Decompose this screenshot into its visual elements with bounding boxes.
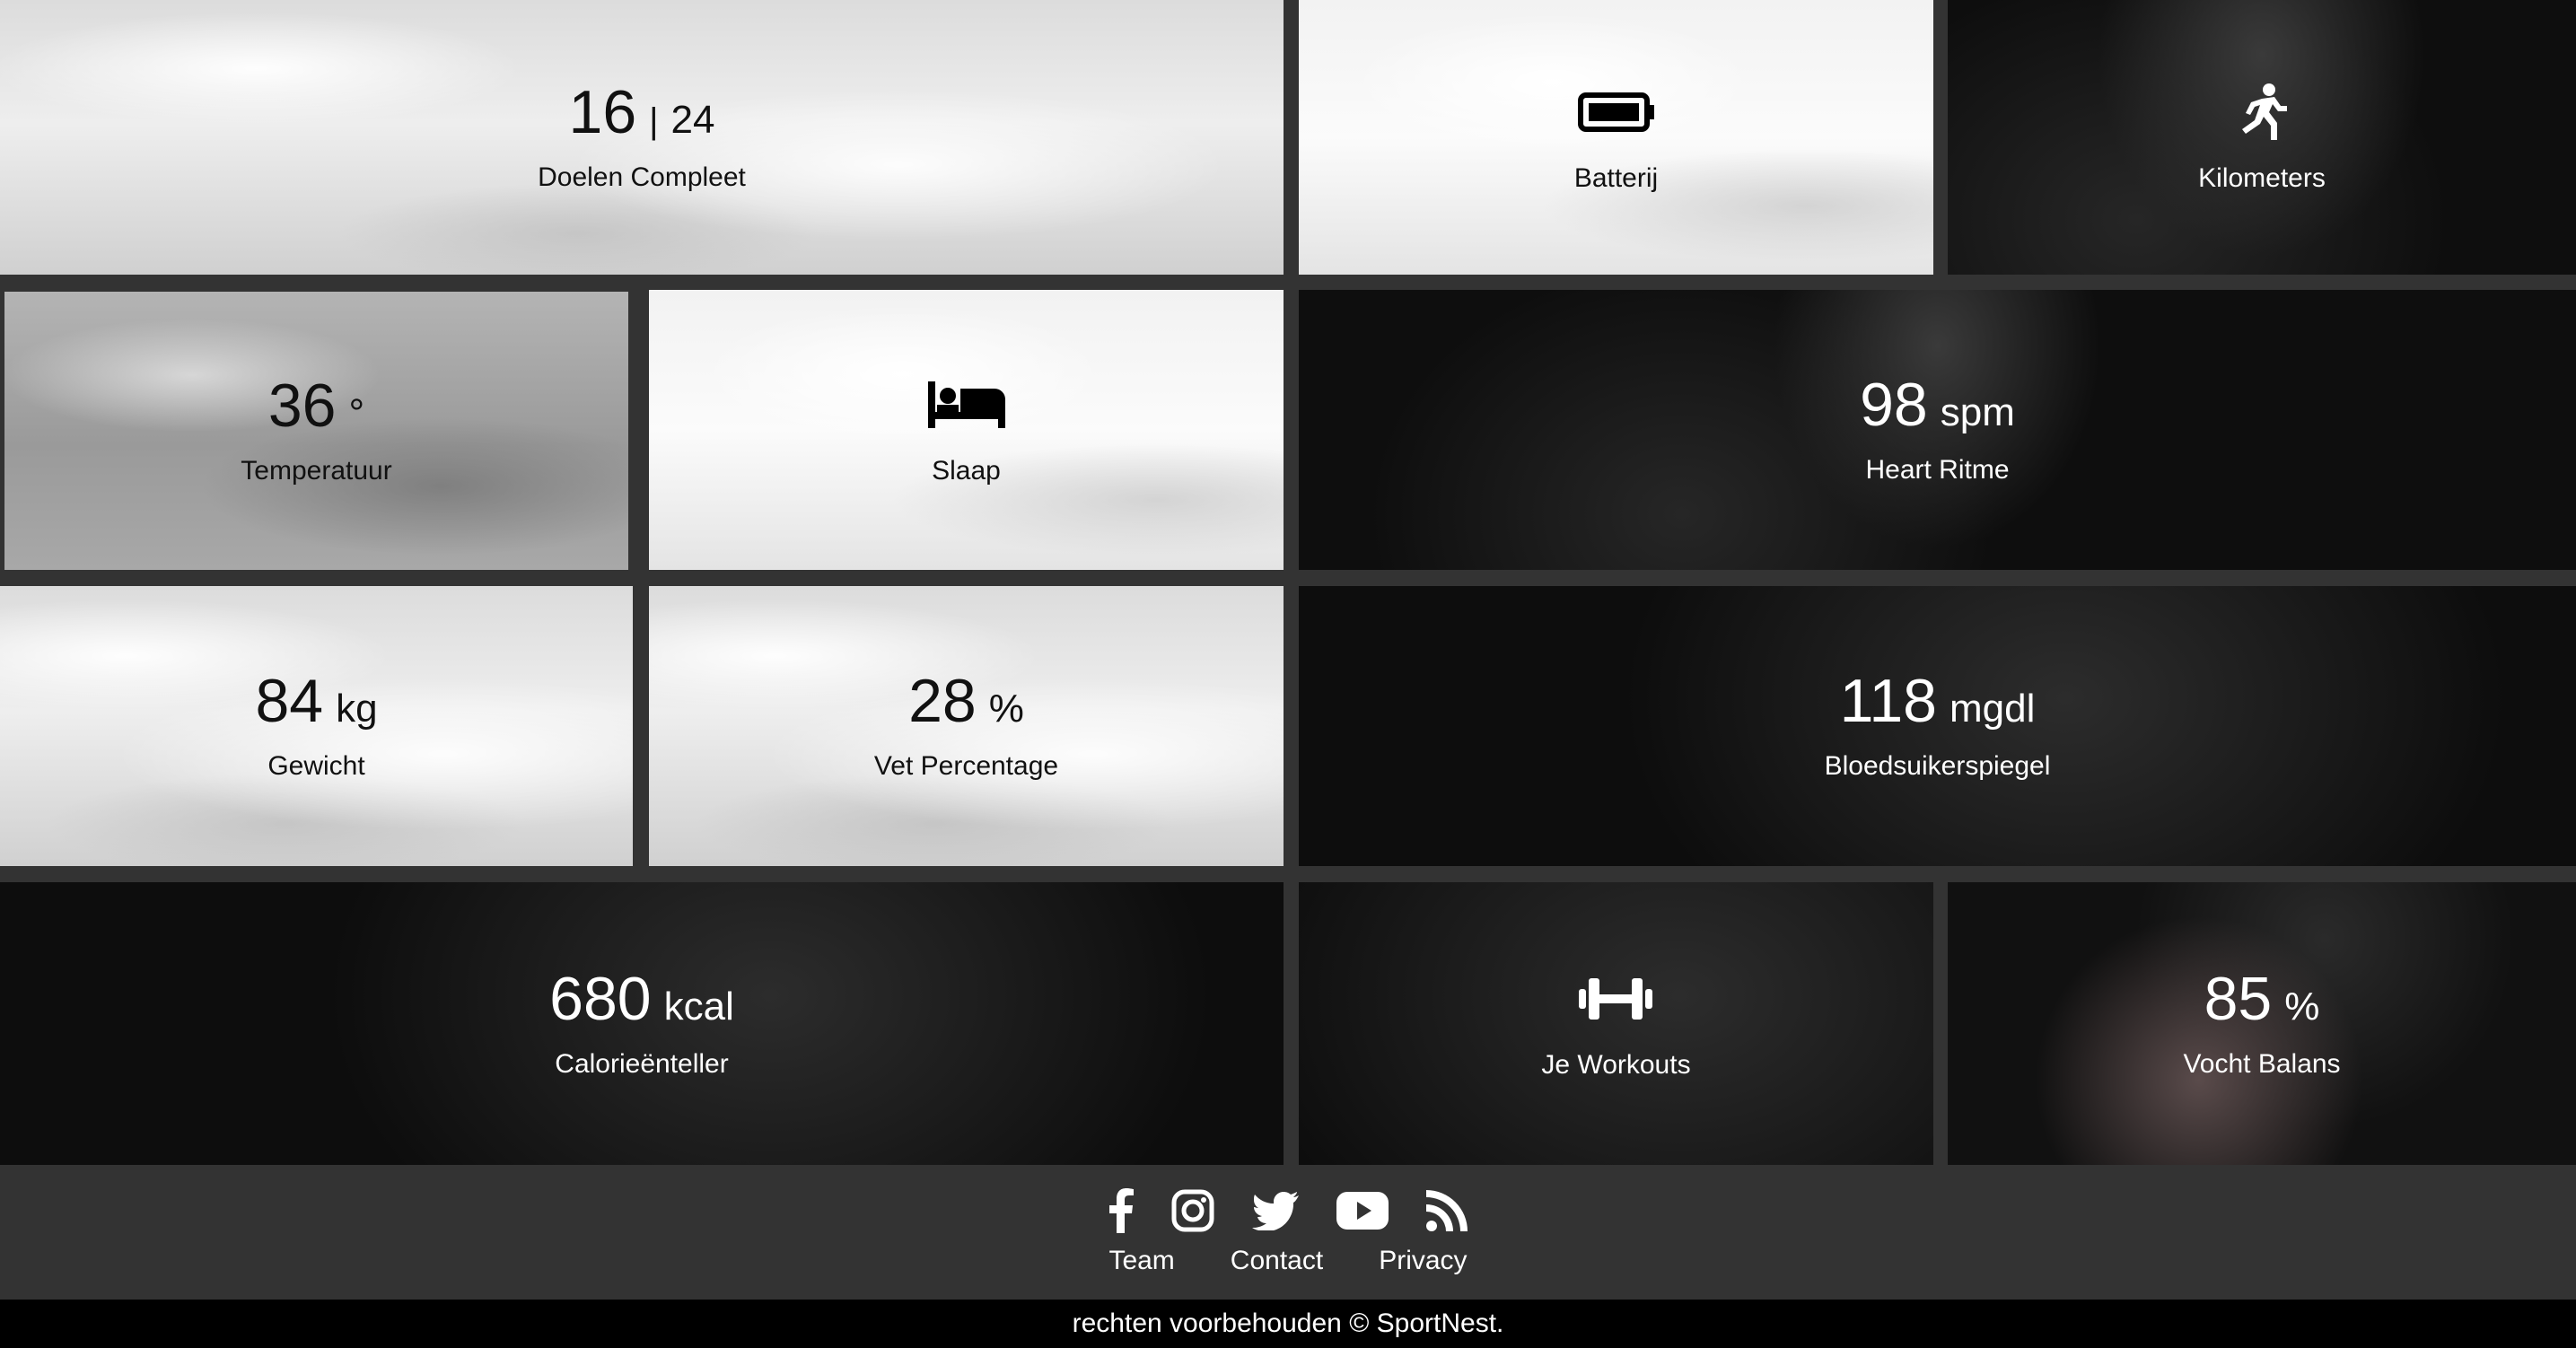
tile-sleep[interactable]: Slaap xyxy=(649,290,1284,570)
facebook-icon[interactable] xyxy=(1108,1188,1134,1233)
tile-workouts[interactable]: Je Workouts xyxy=(1299,882,1933,1165)
dashboard: 16 | 24 Doelen Compleet Batterij Kilometer… xyxy=(0,0,2576,1348)
tile-heart-rate[interactable]: 98 spm Heart Ritme xyxy=(1299,290,2576,570)
fat-label: Vet Percentage xyxy=(873,751,1059,781)
heart-value: 98 spm xyxy=(1860,371,2015,439)
workouts-label: Je Workouts xyxy=(1541,1049,1691,1080)
calories-label: Calorieënteller xyxy=(555,1048,729,1079)
copyright: rechten voorbehouden © SportNest. xyxy=(0,1300,2576,1348)
temperature-value: 36 ° xyxy=(267,372,365,440)
tile-goals[interactable]: 16 | 24 Doelen Compleet xyxy=(0,0,1284,275)
youtube-icon[interactable] xyxy=(1336,1192,1389,1230)
kilometers-label: Kilometers xyxy=(2198,163,2326,193)
tile-blood-sugar[interactable]: 118 mgdl Bloedsuikerspiegel xyxy=(1299,586,2576,866)
tile-calories[interactable]: 680 kcal Calorieënteller xyxy=(0,882,1284,1165)
tile-temperature[interactable]: 36 ° Temperatuur xyxy=(4,292,628,570)
glucose-label: Bloedsuikerspiegel xyxy=(1824,751,2051,781)
heart-label: Heart Ritme xyxy=(1865,455,2010,485)
dumbbell-icon xyxy=(1577,967,1654,1030)
glucose-value: 118 mgdl xyxy=(1839,667,2036,735)
tile-battery[interactable]: Batterij xyxy=(1299,0,1933,275)
bed-icon xyxy=(926,373,1007,436)
footer: Team Contact Privacy xyxy=(0,1165,2576,1300)
footer-link-team[interactable]: Team xyxy=(1108,1246,1174,1276)
temperature-label: Temperatuur xyxy=(241,456,392,486)
weight-value: 84 kg xyxy=(255,667,378,735)
footer-link-contact[interactable]: Contact xyxy=(1231,1246,1323,1276)
goals-value: 16 | 24 xyxy=(568,78,715,146)
rss-icon[interactable] xyxy=(1426,1190,1468,1231)
battery-label: Batterij xyxy=(1573,163,1659,193)
twitter-icon[interactable] xyxy=(1252,1191,1299,1230)
footer-link-privacy[interactable]: Privacy xyxy=(1379,1246,1467,1276)
hydration-value: 85% xyxy=(2204,964,2320,1033)
tile-weight[interactable]: 84 kg Gewicht xyxy=(0,586,633,866)
battery-icon xyxy=(1577,81,1655,144)
weight-label: Gewicht xyxy=(267,751,365,781)
instagram-icon[interactable] xyxy=(1171,1189,1214,1232)
fat-value: 28% xyxy=(908,667,1024,735)
tile-fat-percentage[interactable]: 28% Vet Percentage xyxy=(649,586,1284,866)
hydration-label: Vocht Balans xyxy=(2183,1048,2341,1079)
goals-label: Doelen Compleet xyxy=(538,162,746,192)
tile-hydration[interactable]: 85% Vocht Balans xyxy=(1948,882,2576,1165)
running-icon xyxy=(2235,81,2289,144)
tile-kilometers[interactable]: Kilometers xyxy=(1948,0,2576,275)
social-icons xyxy=(1108,1188,1468,1233)
footer-links: Team Contact Privacy xyxy=(1108,1246,1467,1276)
calories-value: 680 kcal xyxy=(549,964,734,1033)
sleep-label: Slaap xyxy=(932,456,1001,486)
